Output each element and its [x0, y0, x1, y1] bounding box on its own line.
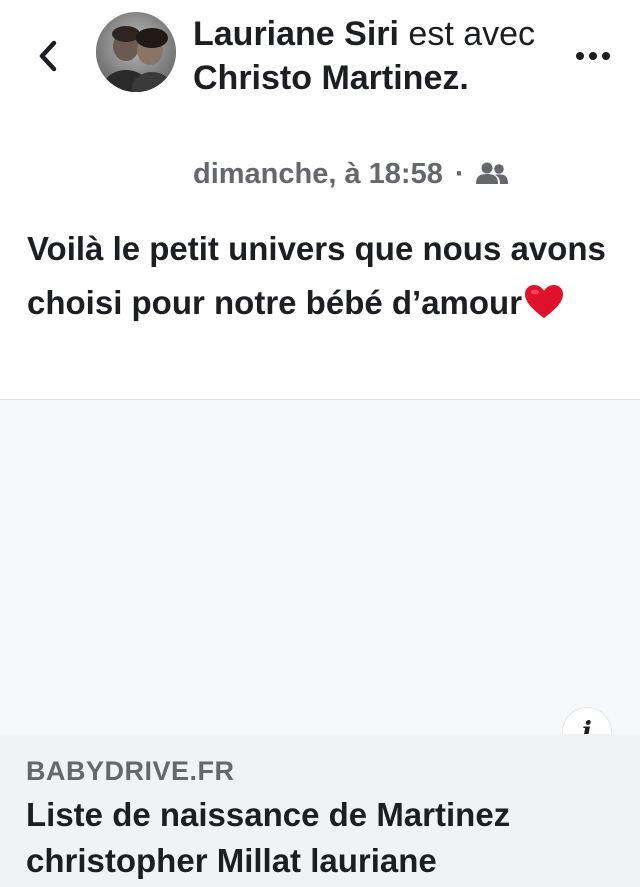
avatar-photo: [96, 12, 176, 92]
link-preview-image[interactable]: [0, 400, 640, 734]
link-title: Liste de naissance de Martinez christoph…: [26, 796, 511, 879]
post-meta: dimanche, à 18:58 ·: [193, 152, 509, 196]
friends-icon: [475, 161, 509, 187]
with-connector: est avec: [398, 15, 536, 53]
post-header-title: Lauriane Siri est avec Christo Martinez.: [193, 12, 538, 100]
meta-separator: ·: [454, 157, 465, 190]
post-screen: Lauriane Siri est avec Christo Martinez.…: [0, 0, 640, 887]
post-text: Voilà le petit univers que nous avons ch…: [27, 230, 606, 321]
back-button[interactable]: [28, 34, 68, 78]
author-name[interactable]: Lauriane Siri: [193, 15, 399, 53]
chevron-left-icon: [39, 40, 57, 72]
red-heart-icon: [524, 282, 564, 336]
link-preview-info[interactable]: BABYDRIVE.FR Liste de naissance de Marti…: [0, 734, 640, 887]
link-domain: BABYDRIVE.FR: [26, 756, 235, 786]
post-body: Voilà le petit univers que nous avons ch…: [27, 222, 617, 336]
more-horizontal-icon: [576, 52, 610, 60]
tagged-name[interactable]: Christo Martinez.: [193, 59, 469, 97]
avatar[interactable]: [96, 12, 176, 92]
more-options-button[interactable]: [566, 36, 620, 76]
post-timestamp[interactable]: dimanche, à 18:58: [193, 158, 443, 191]
link-preview-card[interactable]: i BABYDRIVE.FR Liste de naissance de Mar…: [0, 399, 640, 887]
